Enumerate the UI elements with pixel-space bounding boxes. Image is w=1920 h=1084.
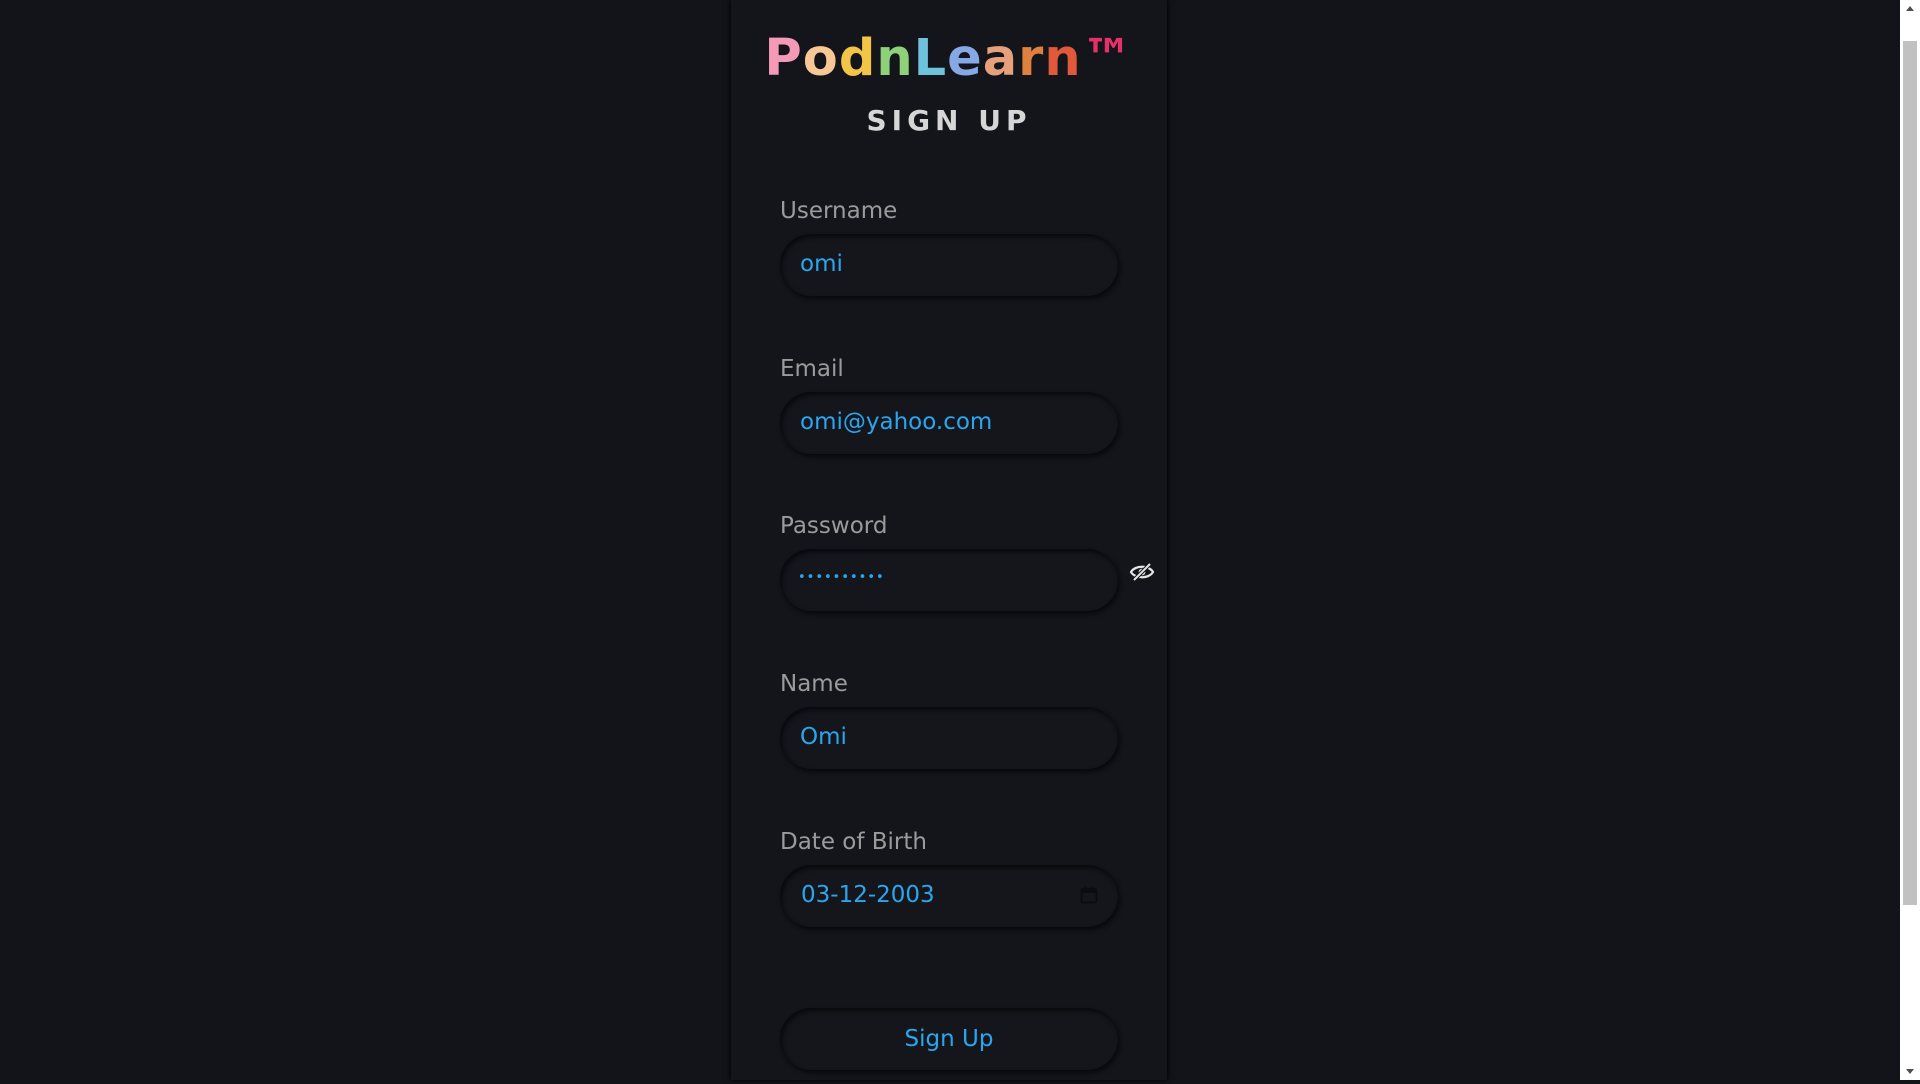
email-field[interactable]: omi@yahoo.com bbox=[780, 392, 1118, 454]
eye-slash-icon[interactable] bbox=[1129, 561, 1155, 583]
username-field[interactable]: omi bbox=[780, 234, 1118, 296]
scroll-down-arrow-icon[interactable] bbox=[1900, 1062, 1920, 1080]
password-label: Password bbox=[780, 513, 888, 539]
name-label: Name bbox=[780, 671, 848, 697]
name-value: Omi bbox=[800, 724, 847, 750]
name-field[interactable]: Omi bbox=[780, 707, 1118, 769]
vertical-scrollbar[interactable] bbox=[1900, 0, 1920, 1080]
scrollbar-thumb[interactable] bbox=[1903, 41, 1917, 905]
username-value: omi bbox=[800, 251, 843, 277]
password-field[interactable]: •••••••••• bbox=[780, 549, 1118, 611]
dob-label: Date of Birth bbox=[780, 829, 927, 855]
page-title: SIGN UP bbox=[866, 104, 1032, 137]
brand-letter: L bbox=[913, 29, 948, 88]
brand-letter: r bbox=[1018, 29, 1045, 88]
brand-logo: PodnLearn™ bbox=[731, 28, 1167, 90]
email-label: Email bbox=[780, 356, 844, 382]
username-label: Username bbox=[780, 198, 898, 224]
brand-letter: e bbox=[947, 29, 983, 88]
trademark-symbol: ™ bbox=[1081, 29, 1134, 88]
calendar-icon[interactable] bbox=[1080, 886, 1098, 904]
brand-letter: o bbox=[802, 29, 839, 88]
brand-letter: d bbox=[838, 29, 877, 88]
signup-panel: PodnLearn™ SIGN UP Username omi Email om… bbox=[731, 0, 1167, 1080]
brand-letter: n bbox=[876, 29, 914, 88]
scroll-up-arrow-icon[interactable] bbox=[1900, 0, 1920, 18]
dob-field[interactable]: 03-12-2003 bbox=[780, 865, 1118, 927]
sign-up-button[interactable]: Sign Up bbox=[780, 1008, 1118, 1070]
email-value: omi@yahoo.com bbox=[800, 409, 993, 435]
brand-letter: P bbox=[764, 29, 803, 88]
brand-letter: n bbox=[1044, 29, 1082, 88]
brand-letter: a bbox=[982, 29, 1019, 88]
password-masked-value: •••••••••• bbox=[798, 570, 885, 585]
dob-value: 03-12-2003 bbox=[801, 882, 935, 908]
